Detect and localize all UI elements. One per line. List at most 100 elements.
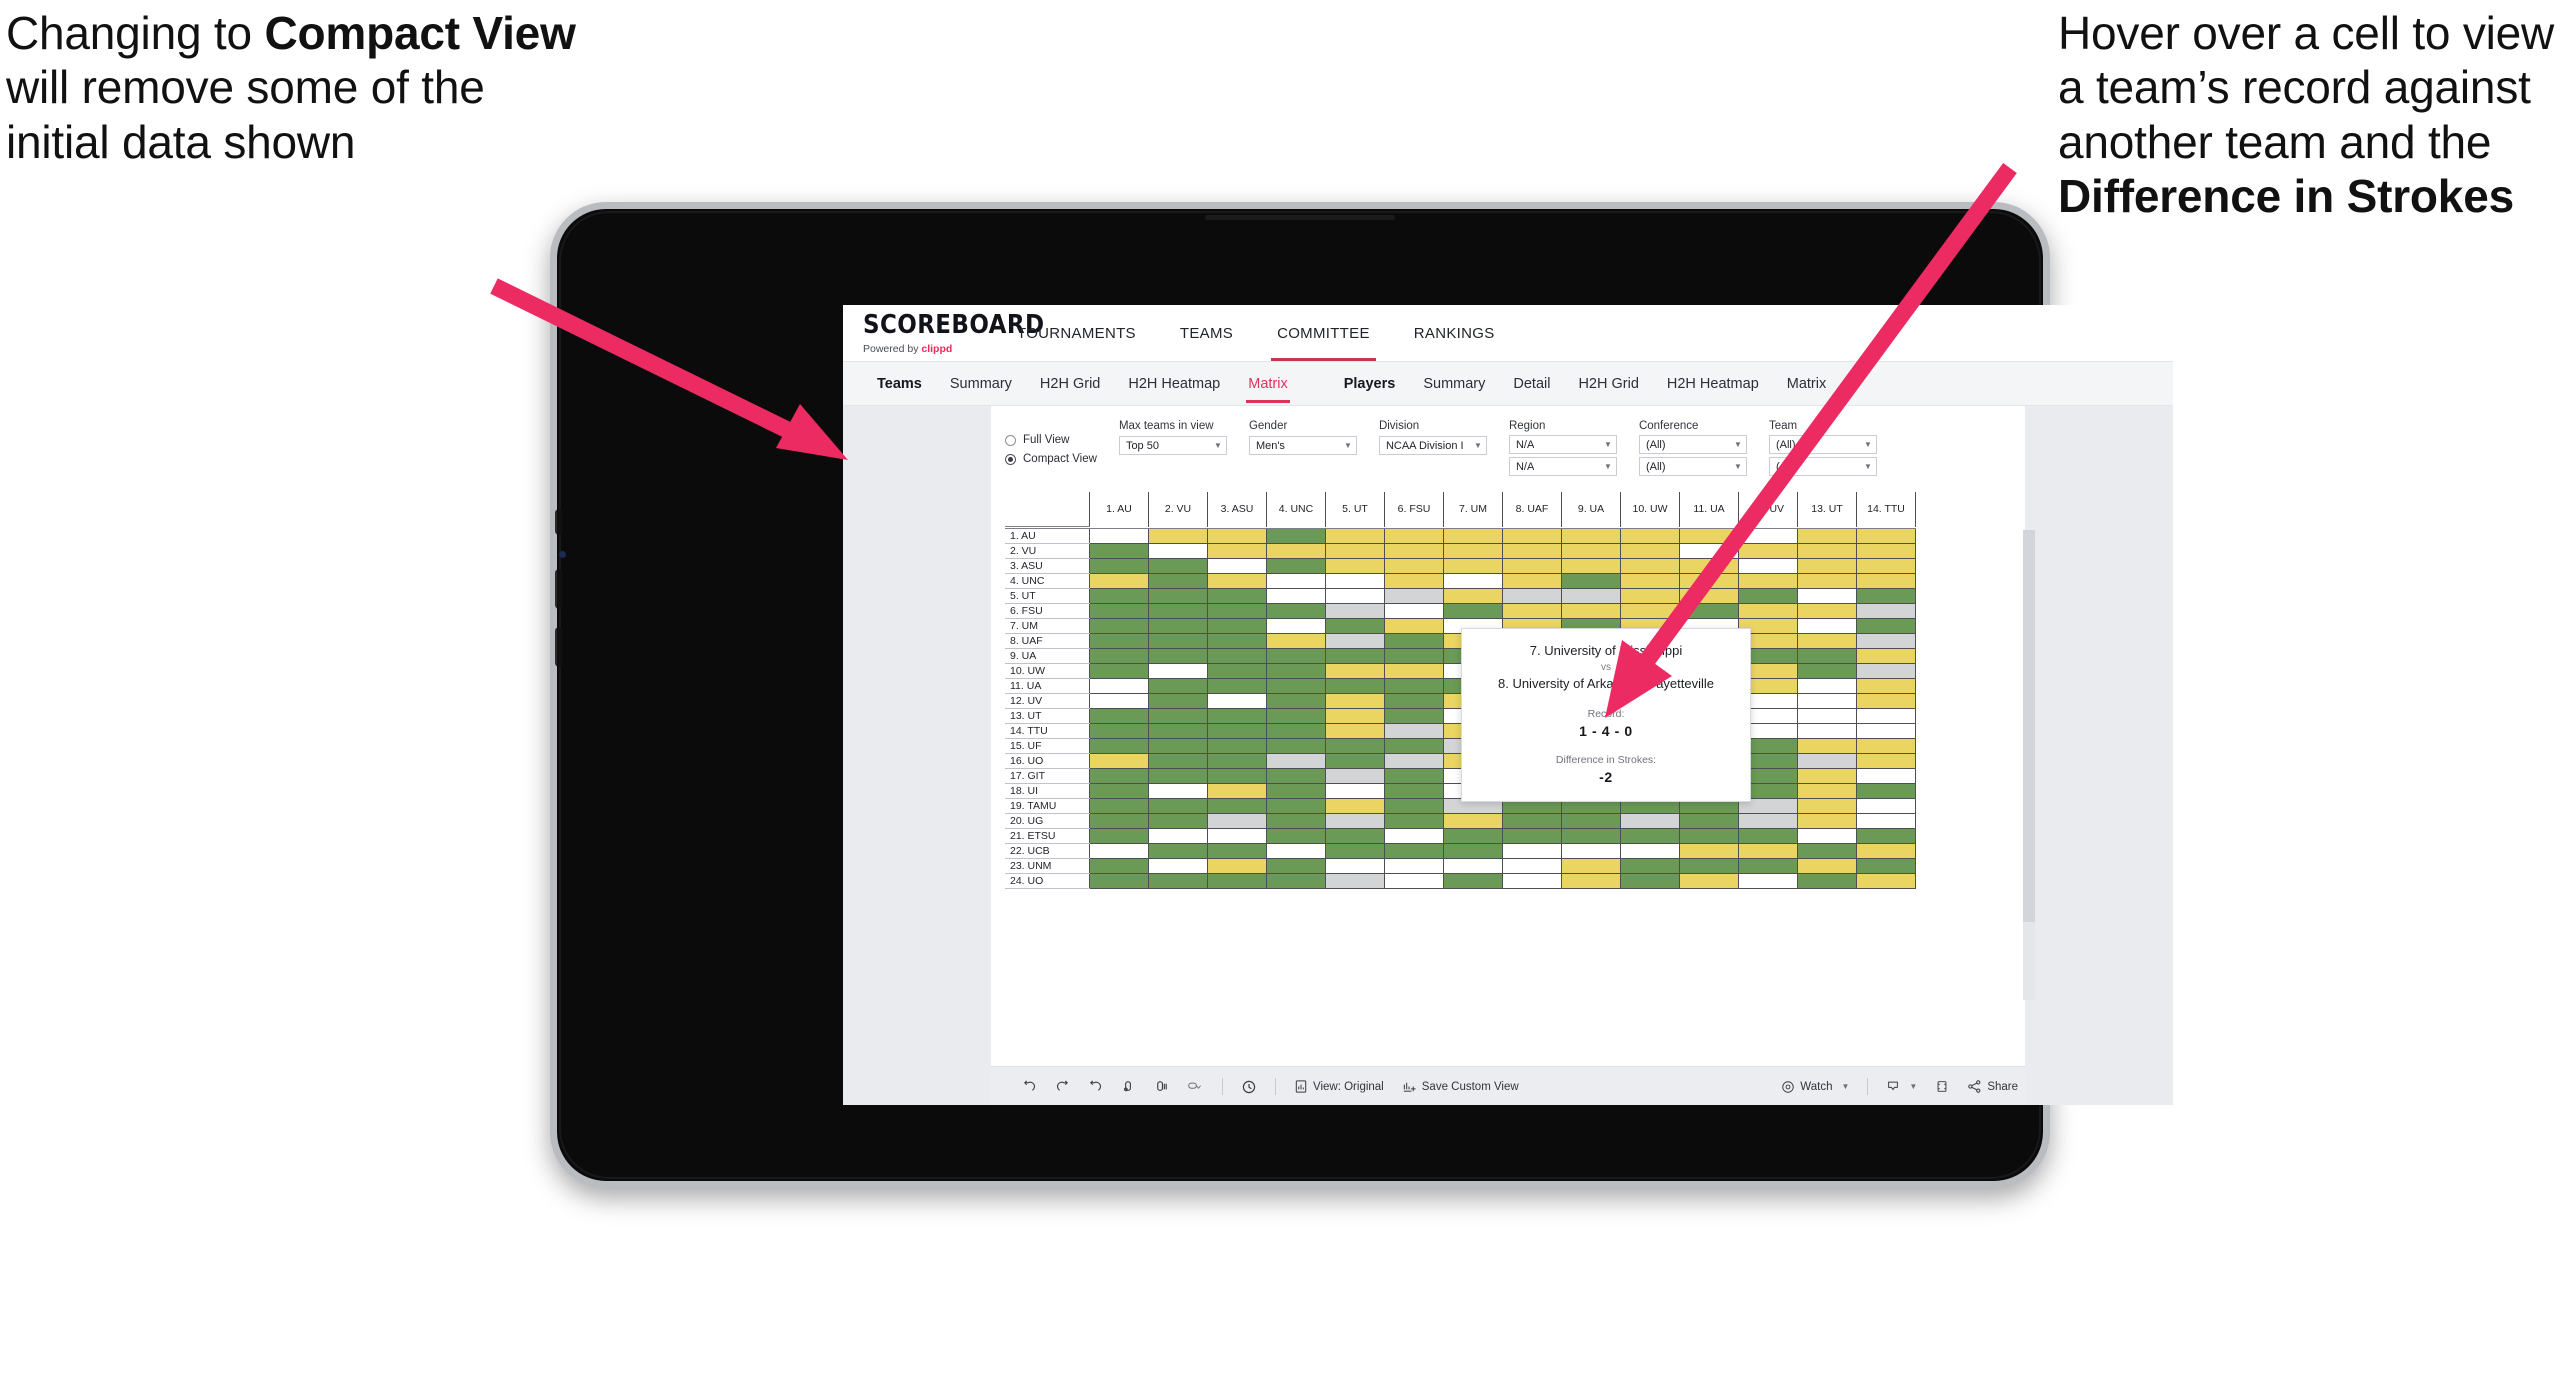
matrix-cell[interactable]	[1738, 843, 1798, 859]
matrix-cell[interactable]	[1797, 858, 1857, 874]
matrix-cell[interactable]	[1502, 828, 1562, 844]
matrix-col-header[interactable]: 4. UNC	[1266, 492, 1326, 527]
matrix-cell[interactable]	[1384, 618, 1444, 634]
matrix-cell[interactable]	[1089, 858, 1149, 874]
matrix-cell[interactable]	[1443, 828, 1503, 844]
matrix-cell[interactable]	[1797, 798, 1857, 814]
matrix-cell[interactable]	[1856, 753, 1916, 769]
matrix-row-header[interactable]: 23. UNM	[1005, 858, 1090, 874]
matrix-cell[interactable]	[1620, 543, 1680, 559]
matrix-col-header[interactable]: 2. VU	[1148, 492, 1208, 527]
matrix-row-header[interactable]: 15. UF	[1005, 738, 1090, 754]
device-button-power[interactable]	[555, 509, 563, 535]
matrix-cell[interactable]	[1089, 708, 1149, 724]
matrix-cell[interactable]	[1797, 783, 1857, 799]
matrix-cell[interactable]	[1561, 528, 1621, 544]
radio-full-view[interactable]: Full View	[1005, 434, 1097, 446]
matrix-cell[interactable]	[1443, 543, 1503, 559]
matrix-cell[interactable]	[1148, 618, 1208, 634]
filter-team-select-2[interactable]: (All) ▼	[1768, 457, 1877, 476]
matrix-cell[interactable]	[1738, 873, 1798, 889]
matrix-cell[interactable]	[1089, 843, 1149, 859]
matrix-cell[interactable]	[1207, 663, 1267, 679]
matrix-cell[interactable]	[1620, 603, 1680, 619]
matrix-cell[interactable]	[1089, 618, 1149, 634]
view-original-button[interactable]: View: Original	[1287, 1074, 1391, 1100]
matrix-cell[interactable]	[1797, 618, 1857, 634]
matrix-cell[interactable]	[1148, 543, 1208, 559]
matrix-cell[interactable]	[1797, 558, 1857, 574]
matrix-cell[interactable]	[1443, 873, 1503, 889]
matrix-row-header[interactable]: 17. GIT	[1005, 768, 1090, 784]
matrix-cell[interactable]	[1266, 813, 1326, 829]
matrix-cell[interactable]	[1266, 708, 1326, 724]
matrix-cell[interactable]	[1089, 783, 1149, 799]
matrix-col-header[interactable]: 7. UM	[1443, 492, 1503, 527]
matrix-cell[interactable]	[1266, 588, 1326, 604]
matrix-cell[interactable]	[1207, 843, 1267, 859]
matrix-cell[interactable]	[1207, 783, 1267, 799]
matrix-row-header[interactable]: 11. UA	[1005, 678, 1090, 694]
matrix-cell[interactable]	[1266, 558, 1326, 574]
matrix-cell[interactable]	[1856, 558, 1916, 574]
matrix-col-header[interactable]: 11. UA	[1679, 492, 1739, 527]
matrix-cell[interactable]	[1148, 588, 1208, 604]
topnav-item-tournaments[interactable]: TOURNAMENTS	[995, 305, 1158, 361]
tab-players-h2h-grid[interactable]: H2H Grid	[1564, 376, 1652, 392]
matrix-cell[interactable]	[1502, 873, 1562, 889]
matrix-cell[interactable]	[1207, 588, 1267, 604]
matrix-cell[interactable]	[1561, 813, 1621, 829]
matrix-cell[interactable]	[1207, 813, 1267, 829]
matrix-cell[interactable]	[1384, 753, 1444, 769]
matrix-row-header[interactable]: 10. UW	[1005, 663, 1090, 679]
matrix-cell[interactable]	[1207, 723, 1267, 739]
matrix-cell[interactable]	[1089, 828, 1149, 844]
matrix-cell[interactable]	[1207, 573, 1267, 589]
matrix-cell[interactable]	[1325, 798, 1385, 814]
matrix-row-header[interactable]: 9. UA	[1005, 648, 1090, 664]
matrix-row-header[interactable]: 2. VU	[1005, 543, 1090, 559]
matrix-cell[interactable]	[1207, 603, 1267, 619]
matrix-cell[interactable]	[1797, 543, 1857, 559]
matrix-cell[interactable]	[1797, 753, 1857, 769]
matrix-row-header[interactable]: 19. TAMU	[1005, 798, 1090, 814]
matrix-cell[interactable]	[1384, 858, 1444, 874]
tab-players-summary[interactable]: Summary	[1409, 376, 1499, 392]
matrix-col-header[interactable]: 14. TTU	[1856, 492, 1916, 527]
matrix-cell[interactable]	[1089, 768, 1149, 784]
matrix-cell[interactable]	[1148, 693, 1208, 709]
matrix-col-header[interactable]: 9. UA	[1561, 492, 1621, 527]
matrix-cell[interactable]	[1266, 573, 1326, 589]
matrix-cell[interactable]	[1148, 858, 1208, 874]
filter-max-teams-select[interactable]: Top 50 ▼	[1118, 436, 1227, 455]
matrix-cell[interactable]	[1089, 543, 1149, 559]
matrix-cell[interactable]	[1207, 873, 1267, 889]
matrix-cell[interactable]	[1620, 558, 1680, 574]
matrix-cell[interactable]	[1797, 528, 1857, 544]
device-button-volume-up[interactable]	[555, 569, 563, 609]
matrix-cell[interactable]	[1856, 678, 1916, 694]
matrix-cell[interactable]	[1148, 798, 1208, 814]
matrix-cell[interactable]	[1443, 843, 1503, 859]
matrix-cell[interactable]	[1797, 603, 1857, 619]
matrix-cell[interactable]	[1325, 753, 1385, 769]
matrix-cell[interactable]	[1384, 663, 1444, 679]
matrix-cell[interactable]	[1325, 588, 1385, 604]
matrix-cell[interactable]	[1797, 813, 1857, 829]
matrix-cell[interactable]	[1384, 873, 1444, 889]
matrix-cell[interactable]	[1089, 663, 1149, 679]
matrix-cell[interactable]	[1089, 648, 1149, 664]
matrix-cell[interactable]	[1856, 858, 1916, 874]
matrix-cell[interactable]	[1738, 558, 1798, 574]
matrix-cell[interactable]	[1797, 588, 1857, 604]
filter-region-select-2[interactable]: N/A ▼	[1508, 457, 1617, 476]
matrix-cell[interactable]	[1738, 813, 1798, 829]
matrix-cell[interactable]	[1148, 708, 1208, 724]
matrix-cell[interactable]	[1856, 693, 1916, 709]
matrix-row-header[interactable]: 12. UV	[1005, 693, 1090, 709]
matrix-cell[interactable]	[1148, 603, 1208, 619]
matrix-cell[interactable]	[1384, 543, 1444, 559]
matrix-cell[interactable]	[1148, 678, 1208, 694]
matrix-cell[interactable]	[1384, 678, 1444, 694]
tab-teams-h2h-heatmap[interactable]: H2H Heatmap	[1114, 376, 1234, 392]
